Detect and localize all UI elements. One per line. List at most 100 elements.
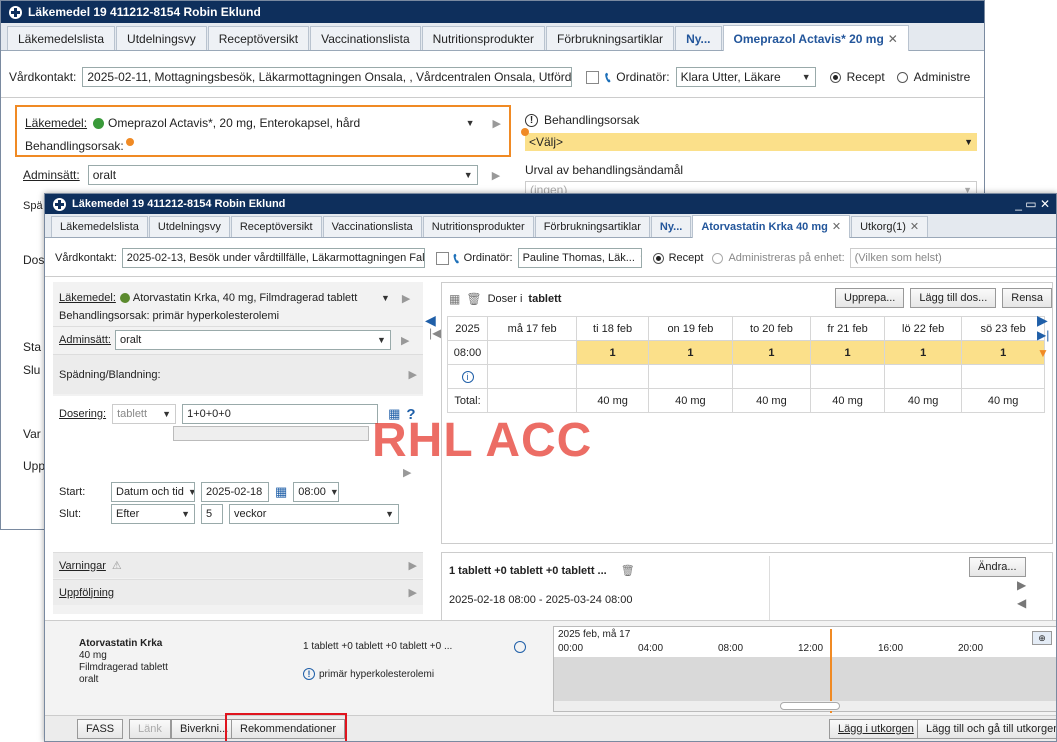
next-arrow-icon[interactable]: ▶ [1017, 578, 1026, 592]
calendar-icon[interactable]: ▦ [275, 484, 287, 500]
uppfoljning-label: Uppföljning [59, 586, 115, 599]
lank-button[interactable]: Länk [129, 719, 171, 739]
tab-nutritionsprodukter[interactable]: Nutritionsprodukter [422, 216, 534, 237]
tab-utkorg[interactable]: Utkorg(1) ✕ [851, 216, 929, 237]
behandlingsorsak-select[interactable]: <Välj> ▼ [521, 128, 977, 151]
spinner-icon[interactable]: ⬍ [266, 483, 268, 501]
upprepa-button[interactable]: Upprepa... [835, 288, 905, 308]
checkbox[interactable] [586, 70, 600, 84]
grid-day: on 19 feb [647, 316, 733, 341]
adminsatt-select[interactable]: oralt ▼ [87, 165, 478, 185]
slut-number-input[interactable]: 5 [201, 504, 223, 524]
close-icon[interactable]: ✕ [910, 221, 919, 233]
expand-arrow-icon[interactable]: ▶ [409, 368, 417, 381]
close-icon[interactable]: ✕ [888, 32, 898, 46]
expand-arrow-icon[interactable]: ▶ [402, 292, 410, 305]
slut-unit-select[interactable]: veckor ▼ [229, 504, 399, 524]
tab-vaccinationslista[interactable]: Vaccinationslista [322, 216, 422, 237]
tab-ny[interactable]: Ny... [675, 26, 722, 50]
slut-type-select[interactable]: Efter ▼ [111, 504, 195, 524]
tab-lakemedelslista[interactable]: Läkemedelslista [7, 26, 116, 50]
dose-cell[interactable]: 1 [647, 340, 733, 365]
tab-receptoversikt[interactable]: Receptöversikt [230, 216, 322, 237]
tab-ny[interactable]: Ny... [650, 216, 692, 237]
andra-button[interactable]: Ändra... [969, 557, 1026, 577]
adminsatt-label: Adminsätt: [59, 334, 111, 346]
fass-button[interactable]: FASS [77, 719, 124, 739]
expand-arrow-icon[interactable]: ▶ [409, 586, 417, 599]
dose-cell[interactable] [486, 340, 578, 365]
required-dot-icon [125, 138, 134, 146]
spadning-section[interactable]: Spädning/Blandning: ▶ [53, 354, 423, 394]
administreras-radio[interactable] [712, 252, 724, 264]
vardkontakt-select[interactable]: 2025-02-11, Mottagningsbesök, Läkarmotta… [82, 67, 573, 87]
scrollbar-thumb[interactable] [780, 702, 840, 710]
start-date-input[interactable]: 2025-02-18⬍ [201, 482, 269, 502]
administreras-label: Administreras på enhet: [728, 252, 845, 264]
administrera-radio[interactable] [896, 71, 908, 83]
lagg-till-dos-button[interactable]: Lägg till dos... [910, 288, 997, 308]
dose-cell[interactable]: 1 [576, 340, 649, 365]
info-icon[interactable]: i [461, 370, 474, 383]
close-icon[interactable]: ✕ [832, 221, 841, 233]
clock-icon[interactable] [514, 641, 526, 653]
varningar-section[interactable]: Varningar ⚠ ▶ [53, 552, 423, 578]
dose-cell[interactable]: 1 [884, 340, 963, 365]
scroll-first-icon[interactable]: |◀ [429, 326, 441, 340]
lagg-till-och-ga-button[interactable]: Lägg till och gå till utkorgen [917, 719, 1056, 739]
timeline-scrollbar[interactable] [554, 701, 1056, 711]
checkbox[interactable] [435, 251, 449, 265]
adminsatt-select[interactable]: oralt ▼ [114, 330, 391, 350]
trash-icon[interactable]: 🗑︎ [621, 564, 635, 577]
lakemedel-select[interactable]: Omeprazol Actavis*, 20 mg, Enterokapsel,… [93, 113, 475, 133]
varningar-label: Varningar [59, 559, 106, 572]
lakemedel-select[interactable]: Atorvastatin Krka, 40 mg, Filmdragerad t… [119, 288, 390, 308]
prev-arrow-icon[interactable]: ◀ [1017, 596, 1026, 610]
tab-receptoversikt[interactable]: Receptöversikt [207, 26, 310, 50]
window-controls-icon[interactable]: _ ▭ ✕ [1015, 194, 1050, 214]
scroll-last-icon[interactable]: ▶| [1037, 328, 1049, 342]
tab-lakemedelslista[interactable]: Läkemedelslista [51, 216, 148, 237]
dosering-extra-field[interactable] [173, 426, 369, 441]
vardkontakt-select[interactable]: 2025-02-13, Besök under vårdtillfälle, L… [121, 248, 425, 268]
scroll-right-icon[interactable]: ▶ [1037, 312, 1048, 329]
expand-arrow-icon[interactable]: ▶ [401, 334, 409, 347]
tab-forbrukningsartiklar[interactable]: Förbrukningsartiklar [546, 26, 675, 50]
fragment-start: Sta [23, 340, 42, 354]
rensa-button[interactable]: Rensa [1002, 288, 1053, 308]
lakemedel-value: Omeprazol Actavis*, 20 mg, Enterokapsel,… [108, 116, 361, 130]
table-icon[interactable]: ▦ [449, 292, 460, 306]
uppfoljning-section[interactable]: Uppföljning ▶ [53, 579, 423, 605]
expand-arrow-icon[interactable]: ▶ [492, 169, 500, 182]
expand-arrow-icon[interactable]: ▶ [409, 559, 417, 572]
timeline-tick: 16:00 [878, 643, 904, 654]
start-time-select[interactable]: 08:00 ▼ [293, 482, 340, 502]
tab-vaccinationslista[interactable]: Vaccinationslista [310, 26, 421, 50]
start-type-select[interactable]: Datum och tid ▼ [111, 482, 195, 502]
lagg-i-utkorgen-button[interactable]: Lägg i utkorgen [829, 719, 923, 739]
tab-omeprazol[interactable]: Omeprazol Actavis* 20 mg ✕ [722, 25, 909, 51]
adminsatt-row: Adminsätt: oralt ▼ ▶ [59, 330, 409, 350]
ordinator-select[interactable]: Klara Utter, Läkare ▼ [675, 67, 816, 87]
app-cross-icon [53, 197, 66, 211]
dose-cell[interactable]: 1 [961, 340, 1045, 365]
tab-utdelningsvy[interactable]: Utdelningsvy [148, 216, 230, 237]
chevron-down-icon: ▼ [377, 335, 386, 345]
recept-radio[interactable] [829, 71, 841, 83]
enhet-select[interactable]: (Vilken som helst)▼ [849, 248, 1056, 268]
expand-arrow-icon[interactable]: ▶ [493, 117, 501, 130]
tab-atorvastatin[interactable]: Atorvastatin Krka 40 mg ✕ [692, 215, 851, 238]
rekommendationer-button[interactable]: Rekommendationer [231, 719, 345, 739]
trash-icon[interactable]: 🗑︎ [466, 292, 481, 306]
dose-cell[interactable]: 1 [731, 340, 812, 365]
tab-forbrukningsartiklar[interactable]: Förbrukningsartiklar [534, 216, 650, 237]
dose-cell[interactable]: 1 [810, 340, 886, 365]
behandlingsorsak-label: Behandlingsorsak: [25, 139, 124, 153]
dosering-unit-select[interactable]: tablett ▼ [112, 404, 177, 424]
tab-utdelningsvy[interactable]: Utdelningsvy [116, 26, 207, 50]
recept-radio[interactable] [652, 252, 664, 264]
ordinator-select[interactable]: Pauline Thomas, Läk... ▼ [517, 248, 642, 268]
zoom-icon[interactable]: ⊕ [1032, 631, 1052, 645]
tab-nutritionsprodukter[interactable]: Nutritionsprodukter [421, 26, 546, 50]
dosering-input[interactable]: 1+0+0+0 [182, 404, 379, 424]
